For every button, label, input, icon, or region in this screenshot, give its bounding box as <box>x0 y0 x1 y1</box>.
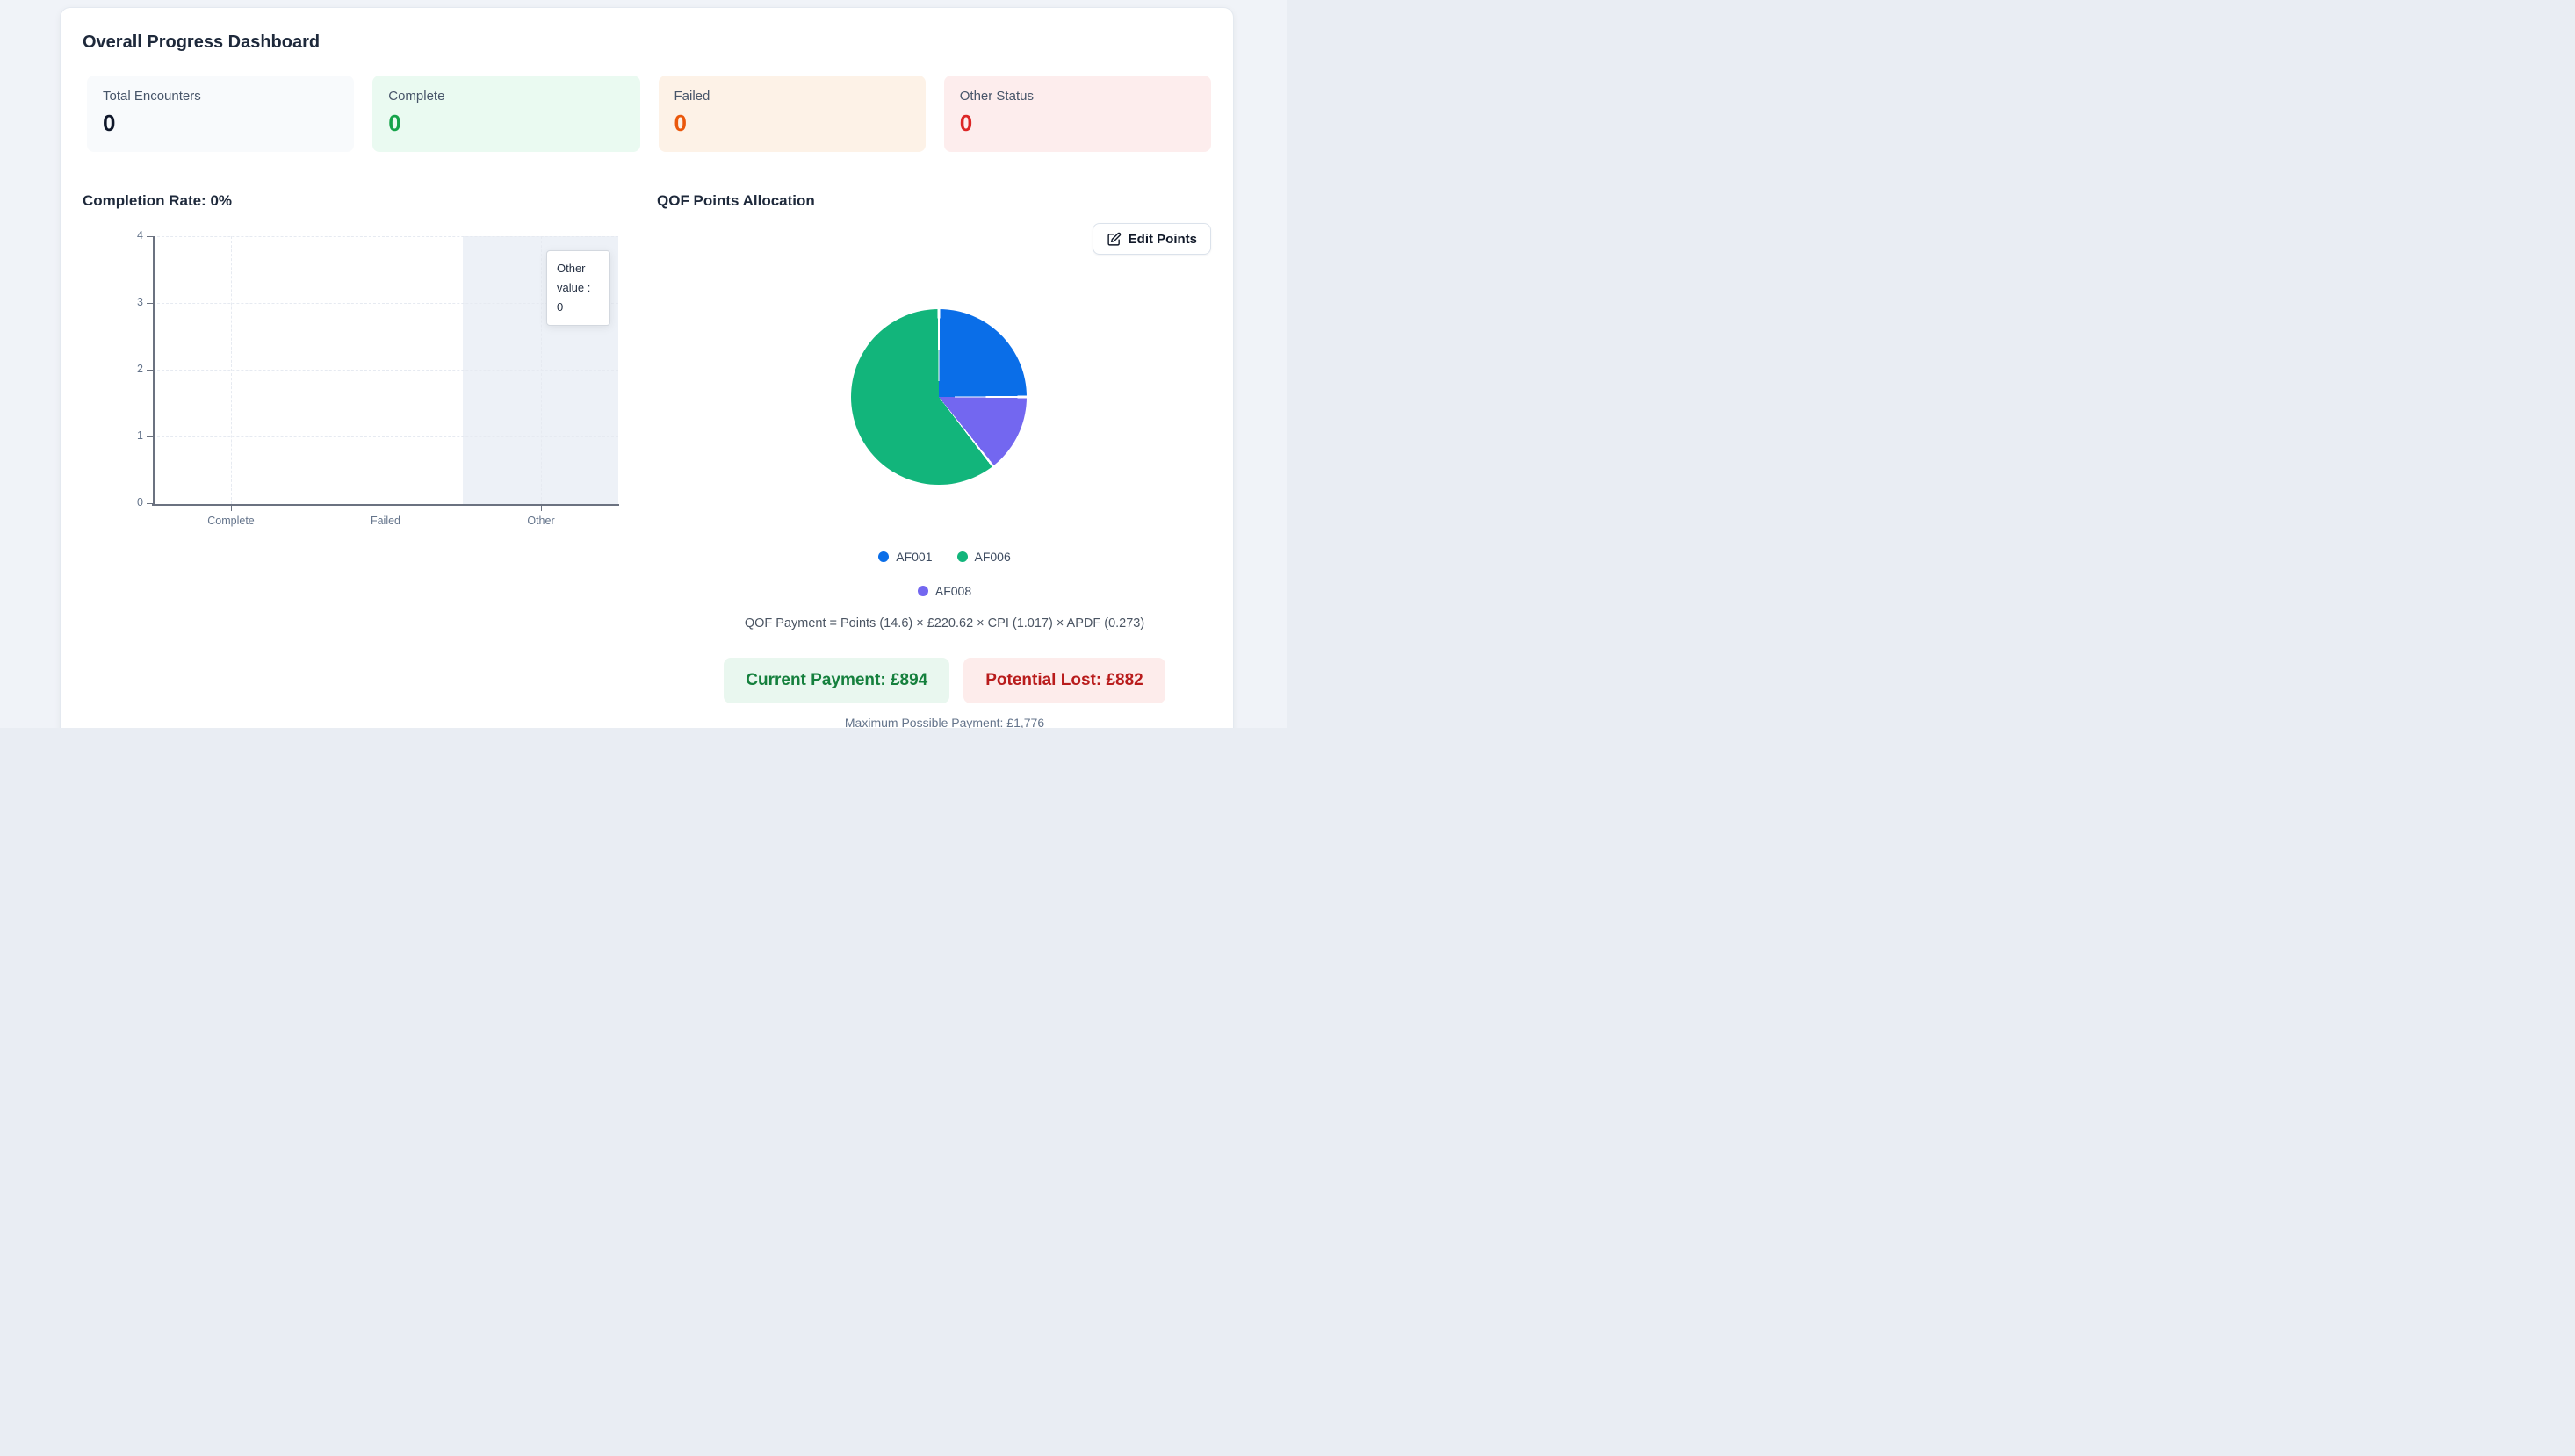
stat-value: 0 <box>674 110 687 136</box>
qof-payment-formula: QOF Payment = Points (14.6) × £220.62 × … <box>744 616 1145 631</box>
legend-dot-purple <box>917 586 928 596</box>
edit-points-button[interactable]: Edit Points <box>1092 223 1211 255</box>
y-tick-label: 2 <box>137 363 143 375</box>
tooltip-value: value : 0 <box>557 281 591 314</box>
stat-card-other-status: Other Status 0 <box>943 76 1211 152</box>
y-tick-label: 0 <box>137 496 143 508</box>
stats-row: Total Encounters 0 Complete 0 Failed 0 O… <box>87 76 1211 152</box>
y-axis-tick <box>147 436 153 437</box>
stat-label: Other Status <box>959 89 1034 104</box>
edit-points-label: Edit Points <box>1128 231 1197 247</box>
dashboard-page: Overall Progress Dashboard Total Encount… <box>0 0 1288 728</box>
pie-legend-row-1: AF001 AF006 <box>657 550 1232 564</box>
stat-card-total-encounters: Total Encounters 0 <box>87 76 355 152</box>
y-tick-label: 4 <box>137 229 143 241</box>
stat-label: Failed <box>674 89 710 104</box>
overall-progress-card: Overall Progress Dashboard Total Encount… <box>60 7 1234 728</box>
current-payment-badge: Current Payment: £894 <box>724 658 950 703</box>
x-axis-tick <box>541 506 542 511</box>
legend-label: AF008 <box>934 584 972 598</box>
stat-value: 0 <box>959 110 973 136</box>
y-axis-tick <box>147 236 153 237</box>
x-axis-tick <box>231 506 232 511</box>
y-tick-label: 3 <box>137 296 143 308</box>
stat-value: 0 <box>103 110 116 136</box>
y-tick-label: 1 <box>137 429 143 442</box>
page-title: Overall Progress Dashboard <box>83 32 321 52</box>
legend-label: AF001 <box>896 550 933 564</box>
stat-label: Complete <box>388 89 445 104</box>
stat-label: Total Encounters <box>103 89 201 104</box>
legend-label: AF006 <box>974 550 1011 564</box>
gridline-horizontal <box>153 436 618 437</box>
legend-item-af008: AF008 <box>917 584 972 598</box>
stat-value: 0 <box>388 110 401 136</box>
y-axis-tick <box>147 303 153 304</box>
payment-row: Current Payment: £894 Potential Lost: £8… <box>657 658 1232 703</box>
gridline-horizontal <box>153 370 618 371</box>
x-tick-label: Complete <box>207 515 255 527</box>
y-axis-tick <box>147 503 153 504</box>
x-tick-label: Failed <box>370 515 401 527</box>
chart-tooltip: Other value : 0 <box>546 250 610 326</box>
x-tick-label: Other <box>527 515 555 527</box>
completion-rate-heading: Completion Rate: 0% <box>83 192 233 209</box>
tooltip-category: Other <box>557 262 586 275</box>
gridline-horizontal <box>153 236 618 237</box>
legend-item-af001: AF001 <box>878 550 933 564</box>
stat-card-complete: Complete 0 <box>372 76 640 152</box>
legend-dot-green <box>956 551 968 562</box>
pie-chart[interactable] <box>851 309 1027 485</box>
y-axis-tick <box>147 370 153 371</box>
potential-lost-badge: Potential Lost: £882 <box>963 658 1165 703</box>
edit-pencil-icon <box>1107 232 1122 247</box>
y-axis-line <box>153 236 155 504</box>
legend-item-af006: AF006 <box>956 550 1011 564</box>
qof-allocation-heading: QOF Points Allocation <box>657 192 815 209</box>
stat-card-failed: Failed 0 <box>658 76 926 152</box>
pie-legend-row-2: AF008 <box>657 584 1232 598</box>
max-payment-text: Maximum Possible Payment: £1,776 <box>844 716 1045 728</box>
legend-dot-blue <box>878 551 890 562</box>
